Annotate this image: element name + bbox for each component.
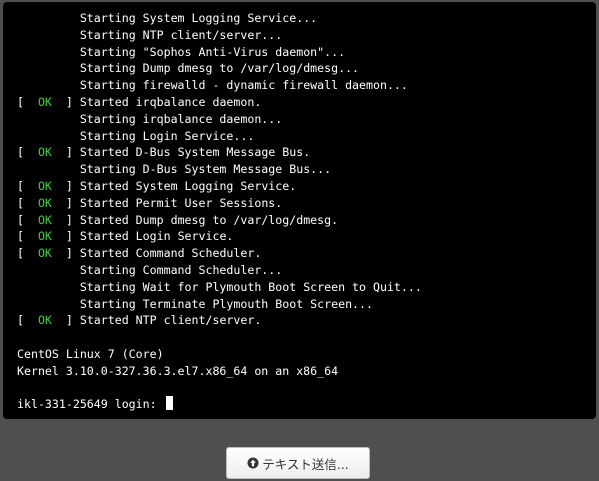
line-bracket: ] bbox=[51, 229, 80, 244]
line-prefix bbox=[17, 129, 80, 143]
line-bracket: ] bbox=[51, 212, 80, 227]
console-line: [ OK ] Started Dump dmesg to /var/log/dm… bbox=[17, 212, 586, 229]
line-bracket: ] bbox=[51, 94, 80, 109]
line-text: Starting "Sophos Anti-Virus daemon"... bbox=[79, 44, 346, 59]
line-text: Kernel 3.10.0-327.36.3.el7.x86_64 on an … bbox=[17, 363, 339, 378]
line-prefix bbox=[17, 28, 80, 42]
status-ok: OK bbox=[37, 178, 52, 193]
line-prefix: [ bbox=[17, 229, 38, 244]
console-line: Starting NTP client/server... bbox=[17, 27, 586, 44]
line-text: Started Dump dmesg to /var/log/dmesg. bbox=[79, 212, 339, 227]
status-ok: OK bbox=[37, 195, 52, 210]
line-bracket: ] bbox=[51, 313, 80, 328]
line-text: Starting firewalld - dynamic firewall da… bbox=[79, 78, 408, 93]
line-prefix bbox=[17, 11, 80, 25]
line-text: Started NTP client/server. bbox=[79, 313, 262, 328]
console-line: [ OK ] Started D-Bus System Message Bus. bbox=[17, 144, 586, 161]
line-text: Started Login Service. bbox=[79, 229, 234, 244]
console-line: Kernel 3.10.0-327.36.3.el7.x86_64 on an … bbox=[17, 363, 586, 380]
line-text: Starting Dump dmesg to /var/log/dmesg... bbox=[79, 61, 360, 76]
console-line: [ OK ] Started System Logging Service. bbox=[17, 178, 586, 195]
line-bracket: ] bbox=[51, 178, 80, 193]
console-line: [ OK ] Started Permit User Sessions. bbox=[17, 195, 586, 212]
line-prefix: [ bbox=[17, 195, 38, 210]
console-line: Starting Command Scheduler... bbox=[17, 262, 586, 279]
line-text: Started Command Scheduler. bbox=[79, 246, 262, 261]
status-ok: OK bbox=[37, 246, 52, 261]
console-line: Starting Terminate Plymouth Boot Screen.… bbox=[17, 296, 586, 313]
status-ok: OK bbox=[37, 313, 52, 328]
line-prefix bbox=[17, 61, 80, 75]
line-prefix bbox=[17, 112, 80, 126]
line-bracket: ] bbox=[51, 195, 80, 210]
line-text: Starting Login Service... bbox=[79, 128, 255, 143]
status-ok: OK bbox=[37, 145, 52, 160]
line-prefix: [ bbox=[17, 246, 38, 261]
line-text: Starting Terminate Plymouth Boot Screen.… bbox=[79, 296, 373, 311]
line-bracket: ] bbox=[51, 145, 80, 160]
line-text: Starting irqbalance daemon... bbox=[79, 111, 283, 126]
line-bracket: ] bbox=[51, 246, 80, 261]
line-prefix bbox=[17, 263, 80, 277]
line-text: Starting NTP client/server... bbox=[79, 27, 283, 42]
console-line: Starting irqbalance daemon... bbox=[17, 111, 586, 128]
console-line: Starting System Logging Service... bbox=[17, 10, 586, 27]
login-prompt: ikl-331-25649 login: bbox=[17, 397, 164, 412]
login-prompt-line[interactable]: ikl-331-25649 login: bbox=[17, 396, 586, 413]
line-text: Starting D-Bus System Message Bus... bbox=[79, 162, 332, 177]
line-prefix: [ bbox=[17, 212, 38, 227]
console-line: Starting Login Service... bbox=[17, 128, 586, 145]
line-prefix bbox=[17, 45, 80, 59]
line-prefix: [ bbox=[17, 178, 38, 193]
status-ok: OK bbox=[37, 94, 52, 109]
line-prefix: [ bbox=[17, 145, 38, 160]
console-line: [ OK ] Started NTP client/server. bbox=[17, 312, 586, 329]
line-prefix bbox=[17, 297, 80, 311]
line-prefix bbox=[17, 78, 80, 92]
line-prefix: [ bbox=[17, 313, 38, 328]
console-line: Starting Dump dmesg to /var/log/dmesg... bbox=[17, 60, 586, 77]
line-text: Starting System Logging Service... bbox=[79, 11, 318, 25]
line-text: Started Permit User Sessions. bbox=[79, 195, 283, 210]
line-prefix bbox=[17, 162, 80, 176]
console-line: [ OK ] Started Command Scheduler. bbox=[17, 245, 586, 262]
line-prefix: [ bbox=[17, 94, 38, 109]
console-line: Starting firewalld - dynamic firewall da… bbox=[17, 77, 586, 94]
console-line: Starting D-Bus System Message Bus... bbox=[17, 161, 586, 178]
console-line: Starting "Sophos Anti-Virus daemon"... bbox=[17, 44, 586, 61]
line-text: Started irqbalance daemon. bbox=[79, 94, 262, 109]
line-text: Starting Wait for Plymouth Boot Screen t… bbox=[79, 279, 422, 294]
status-ok: OK bbox=[37, 212, 52, 227]
console-line: [ OK ] Started irqbalance daemon. bbox=[17, 94, 586, 111]
line-prefix bbox=[17, 280, 80, 294]
send-text-button[interactable]: テキスト送信... bbox=[226, 447, 370, 479]
terminal-output[interactable]: Starting System Logging Service... Start… bbox=[17, 10, 586, 411]
line-text: CentOS Linux 7 (Core) bbox=[17, 346, 164, 361]
text-cursor bbox=[165, 396, 173, 411]
toolbar: テキスト送信... bbox=[0, 419, 599, 481]
console-line: [ OK ] Started Login Service. bbox=[17, 228, 586, 245]
console-window[interactable]: Starting System Logging Service... Start… bbox=[3, 2, 596, 419]
console-line: CentOS Linux 7 (Core) bbox=[17, 346, 586, 363]
line-text: Starting Command Scheduler... bbox=[79, 262, 283, 277]
send-text-label: テキスト送信... bbox=[262, 456, 349, 472]
console-line: Starting Wait for Plymouth Boot Screen t… bbox=[17, 279, 586, 296]
upload-circle-icon bbox=[247, 457, 259, 469]
line-text: Started D-Bus System Message Bus. bbox=[79, 145, 311, 160]
status-ok: OK bbox=[37, 229, 52, 244]
line-text: Started System Logging Service. bbox=[79, 178, 297, 193]
